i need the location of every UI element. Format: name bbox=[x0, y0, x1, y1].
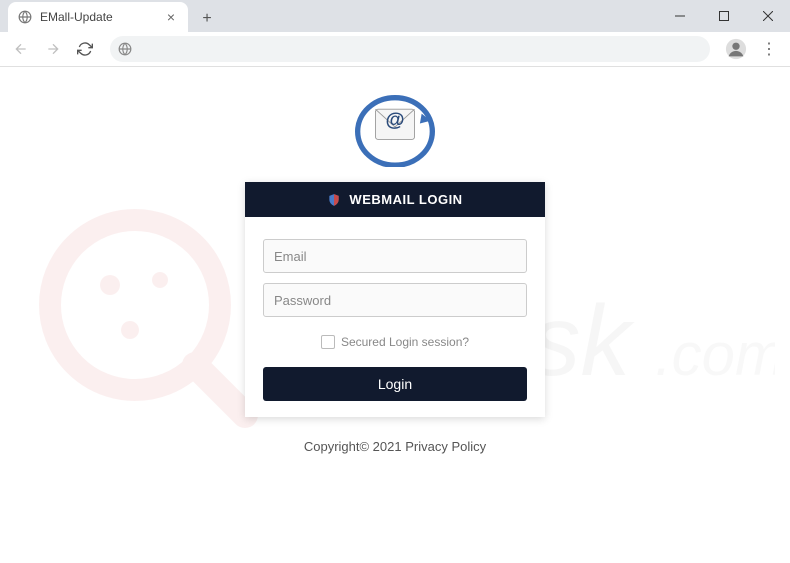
browser-tab[interactable]: EMall-Update × bbox=[8, 2, 188, 32]
secured-session-checkbox[interactable] bbox=[321, 335, 335, 349]
address-bar[interactable] bbox=[110, 36, 710, 62]
window-controls bbox=[658, 0, 790, 32]
shield-icon bbox=[327, 193, 341, 207]
card-header-title: WEBMAIL LOGIN bbox=[349, 192, 462, 207]
globe-icon bbox=[118, 42, 132, 56]
forward-button[interactable] bbox=[40, 36, 66, 62]
login-button[interactable]: Login bbox=[263, 367, 527, 401]
profile-button[interactable] bbox=[722, 35, 750, 63]
close-icon[interactable]: × bbox=[164, 10, 178, 24]
page-content: PC risk .com @ WEBMAIL LOGIN Secured Log… bbox=[0, 67, 790, 563]
minimize-button[interactable] bbox=[658, 0, 702, 32]
kebab-menu-icon[interactable]: ⋮ bbox=[756, 36, 782, 62]
new-tab-button[interactable]: + bbox=[194, 6, 220, 32]
maximize-button[interactable] bbox=[702, 0, 746, 32]
password-field[interactable] bbox=[263, 283, 527, 317]
globe-icon bbox=[18, 10, 32, 24]
back-button[interactable] bbox=[8, 36, 34, 62]
secured-session-label: Secured Login session? bbox=[341, 335, 469, 349]
card-header: WEBMAIL LOGIN bbox=[245, 182, 545, 217]
reload-button[interactable] bbox=[72, 36, 98, 62]
svg-text:.com: .com bbox=[655, 321, 775, 388]
card-body: Secured Login session? Login bbox=[245, 217, 545, 417]
email-field[interactable] bbox=[263, 239, 527, 273]
tab-title: EMall-Update bbox=[40, 10, 164, 24]
footer-text: Copyright© 2021 Privacy Policy bbox=[304, 439, 486, 454]
browser-chrome: EMall-Update × + bbox=[0, 0, 790, 67]
browser-toolbar: ⋮ bbox=[0, 32, 790, 66]
email-logo: @ bbox=[350, 87, 440, 172]
close-window-button[interactable] bbox=[746, 0, 790, 32]
login-card: WEBMAIL LOGIN Secured Login session? Log… bbox=[245, 182, 545, 417]
svg-text:@: @ bbox=[385, 109, 404, 131]
secured-session-row: Secured Login session? bbox=[263, 335, 527, 349]
titlebar: EMall-Update × + bbox=[0, 0, 790, 32]
